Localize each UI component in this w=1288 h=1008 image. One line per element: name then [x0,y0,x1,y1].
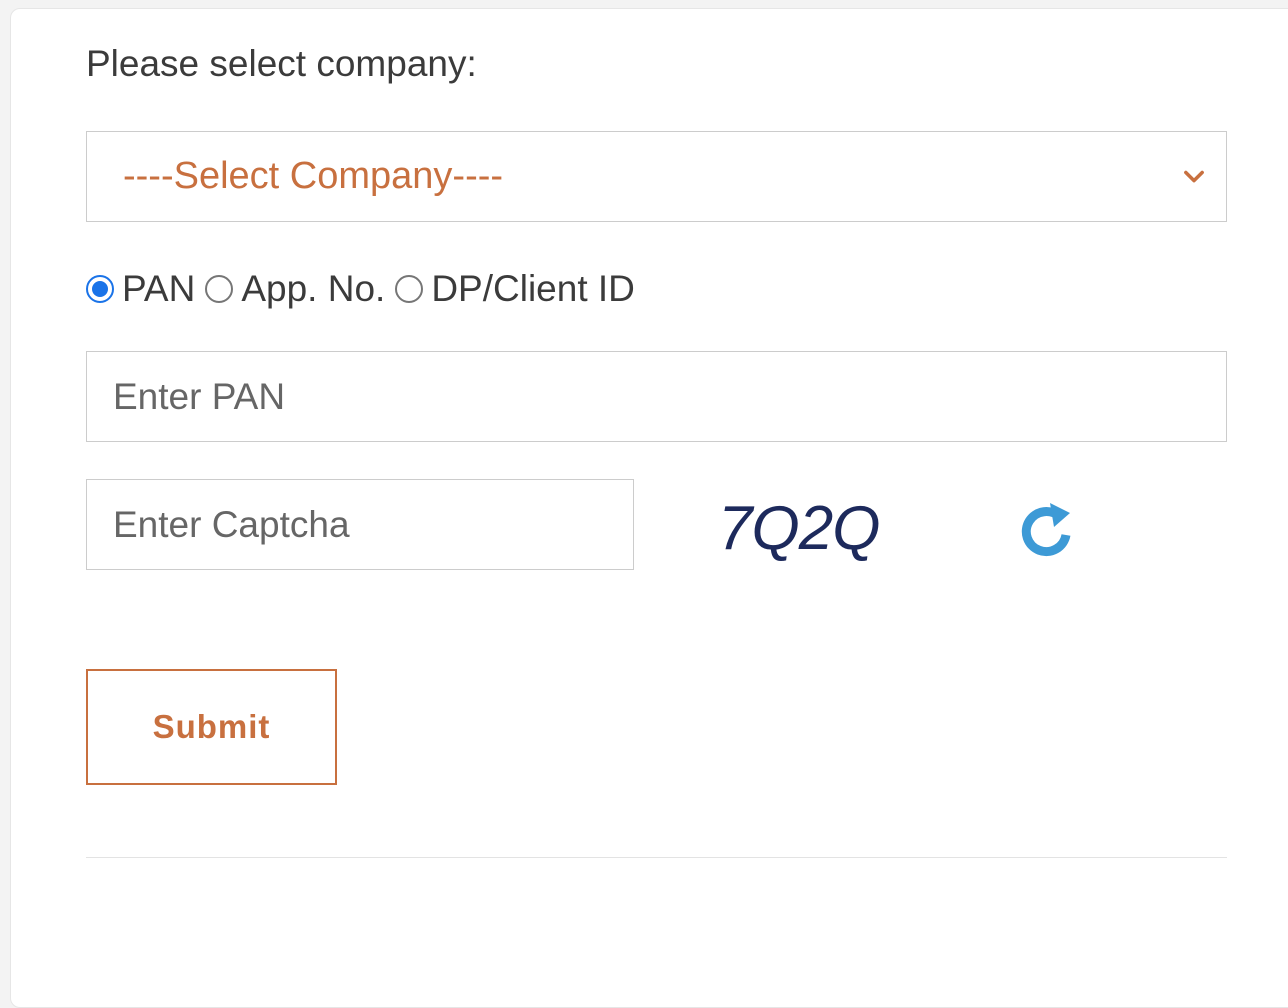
submit-button[interactable]: Submit [86,669,337,785]
company-select[interactable]: ----Select Company---- [86,131,1227,222]
pan-input[interactable] [86,351,1227,442]
radio-app-no-label: App. No. [241,268,386,309]
radio-dp-client-id[interactable]: DP/Client ID [395,268,645,310]
radio-pan-label: PAN [122,268,196,309]
radio-dp-client-id-circle[interactable] [395,275,424,303]
radio-pan-circle[interactable] [86,275,114,303]
chevron-down-icon [1184,170,1204,183]
captcha-input[interactable] [86,479,634,570]
company-select-label: Please select company: [86,43,477,84]
company-select-value: ----Select Company---- [123,155,504,197]
radio-pan[interactable]: PAN [86,268,205,310]
radio-app-no-circle[interactable] [205,275,234,303]
captcha-image: 7Q2Q [718,494,880,563]
refresh-icon[interactable] [1014,497,1080,563]
id-type-radio-group: PAN App. No. DP/Client ID [86,264,645,314]
radio-app-no[interactable]: App. No. [205,268,395,310]
divider [86,857,1227,858]
radio-dp-client-id-label: DP/Client ID [431,268,635,309]
